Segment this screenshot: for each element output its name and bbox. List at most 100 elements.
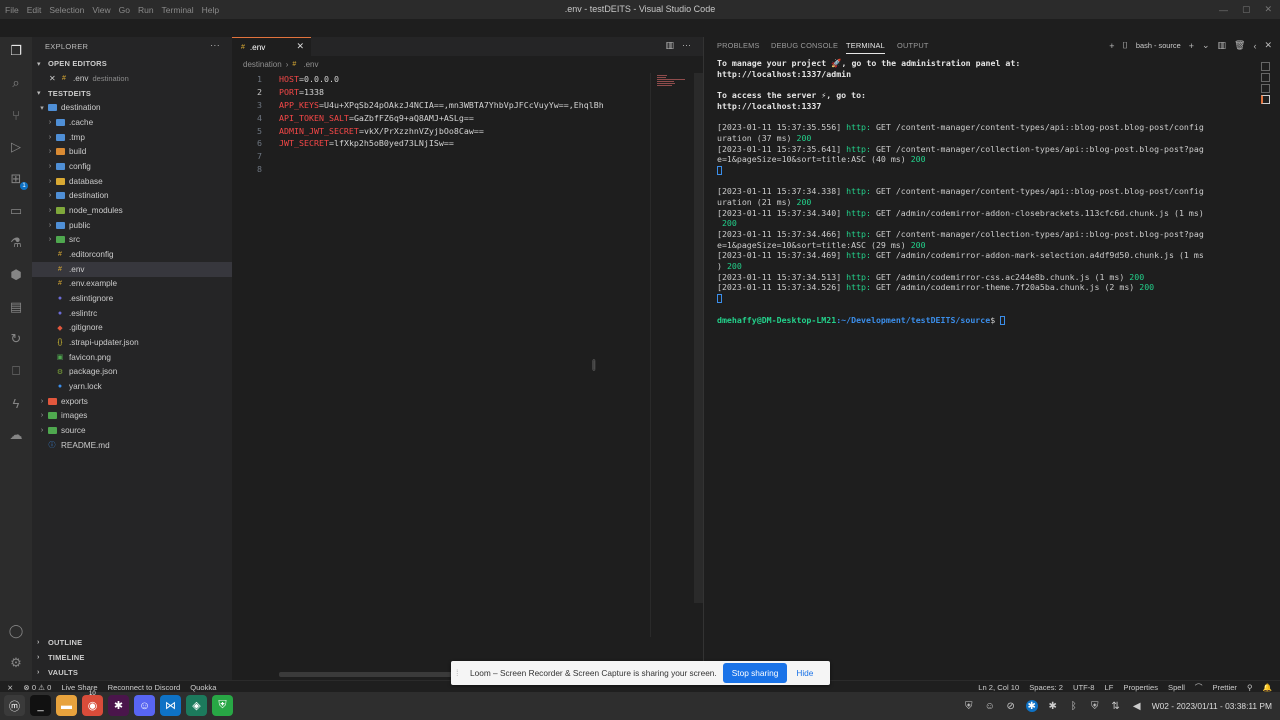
file-item[interactable]: ⚙ package.json xyxy=(32,364,232,379)
folder-item[interactable]: › database xyxy=(32,174,232,189)
terminal-tab-icon[interactable] xyxy=(1261,95,1270,104)
file-item[interactable]: ● .eslintrc xyxy=(32,306,232,321)
explorer-icon[interactable]: ❐ xyxy=(7,42,25,60)
split-editor-icon[interactable]: ▥ xyxy=(665,40,674,51)
encoding[interactable]: UTF-8 xyxy=(1073,683,1095,692)
folder-item[interactable]: › source xyxy=(32,423,232,438)
files-app-icon[interactable]: ▬ xyxy=(56,695,77,716)
code-editor[interactable]: 1 HOST=0.0.0.0 2 PORT=1338 3 APP_KEYS=U4u+XPq… xyxy=(232,73,644,176)
containers-icon[interactable]: ▤ xyxy=(7,298,25,316)
minimize-icon[interactable]: — xyxy=(1219,5,1228,15)
update-tray-icon[interactable]: ⛨ xyxy=(963,700,975,712)
folder-item[interactable]: › src xyxy=(32,233,232,248)
terminal-tab-icon[interactable] xyxy=(1261,62,1270,71)
vaults-section[interactable]: › VAULTS xyxy=(32,665,232,680)
chrome-app-icon[interactable]: ◉ 10 xyxy=(82,691,103,716)
slack-tray-icon[interactable]: ✱ xyxy=(1047,700,1059,712)
block-tray-icon[interactable]: ⊘ xyxy=(1005,700,1017,712)
shell-selector[interactable]: bash - source xyxy=(1136,41,1181,50)
timeline-section[interactable]: › TIMELINE xyxy=(32,650,232,665)
folder-item[interactable]: › destination xyxy=(32,189,232,204)
maximize-icon[interactable]: ▢ xyxy=(1242,4,1251,15)
terminal-icon[interactable]: ⌷ xyxy=(1123,40,1128,51)
open-editors-section[interactable]: ▾ OPEN EDITORS xyxy=(32,56,232,71)
terminal-tab-icon[interactable] xyxy=(1261,73,1270,82)
minimap[interactable] xyxy=(650,73,694,637)
file-item[interactable]: {} .strapi-updater.json xyxy=(32,335,232,350)
shield-app-icon[interactable]: ⛨ xyxy=(212,695,233,716)
file-item[interactable]: ▣ favicon.png xyxy=(32,350,232,365)
add-icon[interactable]: + xyxy=(1109,41,1114,51)
folder-item[interactable]: › node_modules xyxy=(32,203,232,218)
file-item[interactable]: ● yarn.lock xyxy=(32,379,232,394)
file-item[interactable]: ● .eslintignore xyxy=(32,291,232,306)
file-item[interactable]: ⓘ README.md xyxy=(32,438,232,453)
bookmark-icon[interactable]: ⎕ xyxy=(7,362,25,380)
indentation[interactable]: Spaces: 2 xyxy=(1029,683,1063,692)
remote-icon[interactable]: ⨯ xyxy=(7,683,13,692)
more-actions-icon[interactable]: ··· xyxy=(210,40,220,50)
split-terminal-icon[interactable]: ▥ xyxy=(1218,40,1227,51)
workspace-section[interactable]: ▾ TESTDEITS xyxy=(32,86,232,101)
folder-item[interactable]: › .cache xyxy=(32,115,232,130)
terminal-output[interactable]: To manage your project 🚀, go to the admi… xyxy=(717,58,1252,325)
horizontal-scrollbar[interactable] xyxy=(279,672,479,677)
notifications-icon[interactable]: 🔔 xyxy=(1263,683,1272,692)
problems-status[interactable]: ⊗ 0 ⚠ 0 xyxy=(23,683,51,692)
tab-env[interactable]: # .env ✕ xyxy=(232,37,311,56)
terminal-app-icon[interactable]: _ xyxy=(30,695,51,716)
remote-explorer-icon[interactable]: ▭ xyxy=(7,202,25,220)
folder-item[interactable]: ▾ destination xyxy=(32,101,232,116)
clock[interactable]: W02 - 2023/01/11 - 03:38:11 PM xyxy=(1152,701,1272,711)
discord-app-icon[interactable]: ☺ xyxy=(134,695,155,716)
slack-app-icon[interactable]: ✱ xyxy=(108,695,129,716)
close-tab-icon[interactable]: ✕ xyxy=(296,41,304,52)
account-icon[interactable]: ◯ xyxy=(7,622,25,640)
loom-tray-icon[interactable]: ✱ xyxy=(1025,700,1038,712)
security-tray-icon[interactable]: ⛨ xyxy=(1089,700,1101,712)
file-item[interactable]: # .editorconfig xyxy=(32,247,232,262)
admin-url[interactable]: http://localhost:1337/admin xyxy=(717,69,1252,80)
folder-item[interactable]: › config xyxy=(32,159,232,174)
prettier-status[interactable]: Prettier xyxy=(1212,683,1236,692)
run-debug-icon[interactable]: ▷ xyxy=(7,138,25,156)
new-terminal-icon[interactable]: + xyxy=(1189,41,1194,51)
close-window-icon[interactable]: ✕ xyxy=(1264,4,1272,15)
gitkraken-app-icon[interactable]: ◈ xyxy=(186,695,207,716)
network-tray-icon[interactable]: ⇅ xyxy=(1110,700,1122,712)
discord-status[interactable]: Reconnect to Discord xyxy=(108,683,181,692)
source-control-icon[interactable]: ⑂ xyxy=(7,106,25,124)
vscode-app-icon[interactable]: ⋈ xyxy=(160,695,181,716)
deploy-icon[interactable]: ⬢ xyxy=(7,266,25,284)
file-item[interactable]: # .env.example xyxy=(32,277,232,292)
folder-item[interactable]: › .tmp xyxy=(32,130,232,145)
breadcrumb-folder[interactable]: destination xyxy=(243,60,282,69)
hide-button[interactable]: Hide xyxy=(796,668,813,678)
folder-item[interactable]: › public xyxy=(32,218,232,233)
line-ending[interactable]: LF xyxy=(1105,683,1114,692)
trash-icon[interactable]: 🗑 xyxy=(1234,40,1245,51)
chevron-left-icon[interactable]: ‹ xyxy=(1253,41,1256,51)
extensions-icon[interactable]: ⊞ 1 xyxy=(7,170,28,190)
file-item[interactable]: ◆ .gitignore xyxy=(32,321,232,336)
settings-gear-icon[interactable]: ⚙ xyxy=(7,654,25,672)
tab-problems[interactable]: PROBLEMS xyxy=(717,41,760,50)
folder-item[interactable]: › images xyxy=(32,408,232,423)
live-share-icon[interactable]: ↻ xyxy=(7,330,25,348)
terminal-tab-icon[interactable] xyxy=(1261,84,1270,93)
feedback-icon[interactable]: ⚲ xyxy=(1247,683,1253,692)
volume-tray-icon[interactable]: ◀ xyxy=(1131,700,1143,712)
close-panel-icon[interactable]: ✕ xyxy=(1264,40,1272,51)
docker-icon[interactable]: ☁ xyxy=(7,426,25,444)
quokka-status[interactable]: Quokka xyxy=(190,683,216,692)
drag-handle-icon[interactable]: ⁞ xyxy=(456,668,466,678)
folder-item[interactable]: › exports xyxy=(32,394,232,409)
lightning-icon[interactable]: ϟ xyxy=(7,394,25,412)
vertical-scrollbar[interactable] xyxy=(694,73,703,603)
stop-sharing-button[interactable]: Stop sharing xyxy=(722,663,788,683)
search-icon[interactable]: ⌕ xyxy=(7,74,25,92)
breadcrumb-file[interactable]: .env xyxy=(303,60,318,69)
testing-icon[interactable]: ⚗ xyxy=(7,234,25,252)
tab-debug-console[interactable]: DEBUG CONSOLE xyxy=(771,41,838,50)
broadcast-icon[interactable]: ⌒ xyxy=(1195,682,1203,693)
